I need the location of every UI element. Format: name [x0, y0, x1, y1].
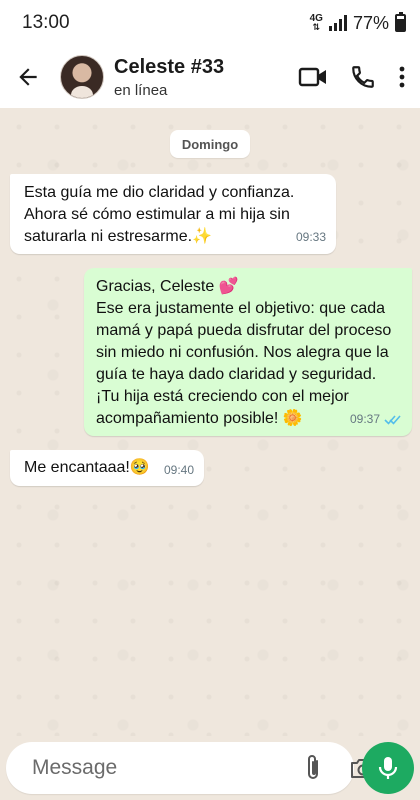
more-vert-icon	[399, 66, 405, 88]
signal-icon	[328, 15, 347, 31]
network-type-icon: 4G ⇅	[309, 13, 323, 32]
message-time: 09:37	[349, 412, 380, 426]
date-chip: Domingo	[170, 130, 250, 158]
voice-call-button[interactable]	[350, 61, 376, 93]
contact-name: Celeste #33	[114, 55, 225, 78]
more-options-button[interactable]	[398, 61, 406, 93]
message-meta: 09:33	[296, 226, 326, 248]
mic-icon	[378, 757, 398, 779]
voice-message-button[interactable]	[362, 742, 414, 794]
message-text: Esta guía me dio claridad y confianza. A…	[24, 184, 295, 245]
back-arrow-icon	[19, 68, 37, 86]
status-time: 13:00	[22, 12, 70, 33]
message-meta: 09:40	[164, 459, 194, 481]
phone-icon	[352, 66, 374, 88]
battery-percent: 77%	[352, 12, 389, 33]
message-text: Gracias, Celeste 💕 Ese era justamente el…	[96, 278, 392, 427]
read-receipt-icon	[384, 414, 401, 425]
battery-icon	[395, 12, 406, 32]
header-actions	[298, 61, 406, 93]
contact-info[interactable]: Celeste #33 en línea	[114, 56, 224, 99]
video-call-button[interactable]	[298, 61, 328, 93]
avatar[interactable]	[60, 55, 104, 99]
message-input[interactable]	[32, 756, 303, 780]
contact-status: en línea	[114, 81, 168, 99]
video-call-icon	[298, 67, 326, 87]
message-composer	[6, 742, 375, 794]
message-time: 09:40	[163, 463, 194, 477]
status-bar: 13:00 4G ⇅ 77%	[0, 0, 420, 46]
attach-icon[interactable]	[303, 753, 323, 783]
message-incoming[interactable]: Me encantaaa!🥹 09:40	[10, 450, 204, 486]
message-time: 09:33	[295, 230, 326, 244]
composer-bar	[0, 736, 420, 800]
status-indicators: 4G ⇅ 77%	[309, 12, 406, 34]
back-button[interactable]	[12, 61, 44, 93]
message-outgoing[interactable]: Gracias, Celeste 💕 Ese era justamente el…	[84, 268, 412, 436]
chat-header: Celeste #33 en línea	[0, 46, 420, 108]
chat-area[interactable]: Domingo Esta guía me dio claridad y conf…	[0, 108, 420, 736]
message-incoming[interactable]: Esta guía me dio claridad y confianza. A…	[10, 174, 336, 254]
message-meta: 09:37	[350, 408, 402, 430]
